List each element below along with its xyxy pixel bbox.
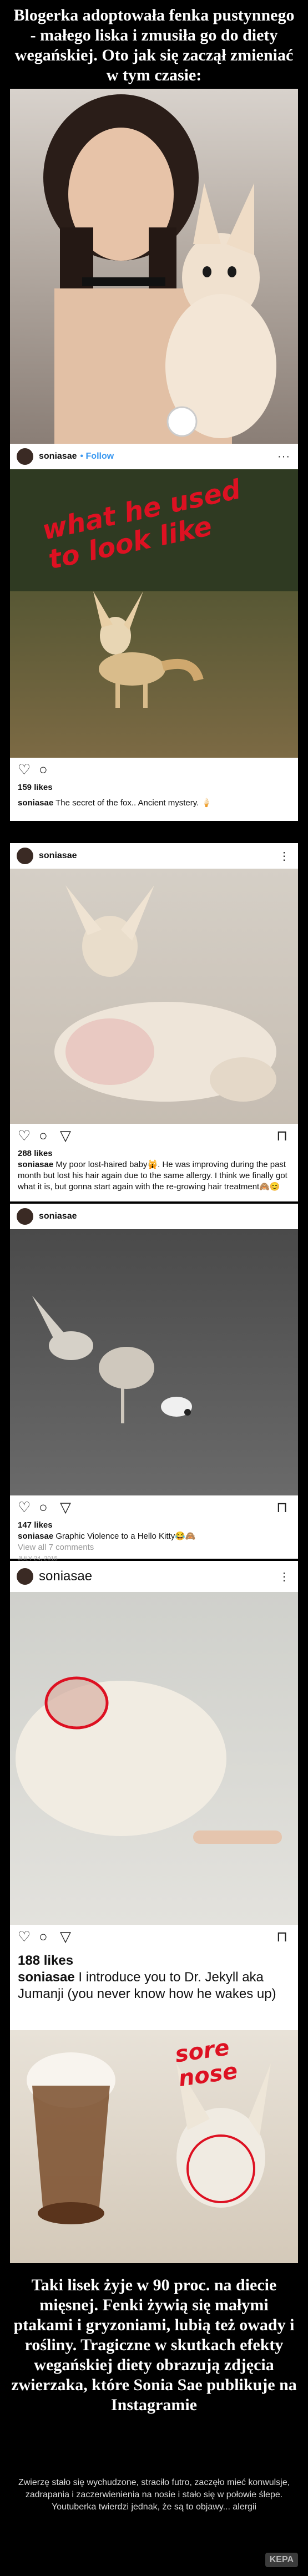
post4-meta: 188 likes soniasae I introduce you to Dr…	[10, 1953, 298, 2030]
post1-caption: soniasae The secret of the fox.. Ancient…	[18, 798, 290, 809]
cup-fox-photo: sore nose	[10, 2030, 298, 2263]
share-icon[interactable]: ▽	[60, 1500, 74, 1514]
post2-photo	[10, 869, 298, 1124]
follow-button[interactable]: • Follow	[80, 452, 114, 462]
avatar[interactable]	[17, 1208, 33, 1225]
post1-header: soniasae • Follow ···	[10, 444, 298, 470]
post3-caption: soniasae Graphic Violence to a Hello Kit…	[18, 1531, 290, 1542]
post1-likes[interactable]: 159 likes	[18, 782, 290, 793]
post1-photo: what he used to look like	[10, 469, 298, 758]
post3-caption-user[interactable]: soniasae	[18, 1532, 53, 1541]
post2-actions: ♡ ○ ▽ ⊓	[10, 1124, 298, 1148]
fox-toy-illustration	[32, 1296, 192, 1423]
heart-icon[interactable]: ♡	[18, 762, 32, 777]
post2-caption-user[interactable]: soniasae	[18, 1160, 53, 1169]
post2-caption: soniasae My poor lost-haired baby🙀. He w…	[18, 1159, 290, 1193]
post1-caption-text: The secret of the fox.. Ancient mystery.…	[53, 798, 212, 808]
post4-header: soniasae ⋮	[10, 1561, 298, 1593]
bookmark-icon[interactable]: ⊓	[276, 1929, 291, 1944]
post1-caption-user[interactable]: soniasae	[18, 798, 53, 808]
post3-comments-link[interactable]: View all 7 comments	[18, 1542, 290, 1553]
post1-username[interactable]: soniasae	[39, 452, 77, 462]
selfie-illustration	[43, 94, 276, 444]
comment-icon[interactable]: ○	[39, 1128, 53, 1143]
post3-photo	[10, 1229, 298, 1495]
post3-actions: ♡ ○ ▽ ⊓	[10, 1495, 298, 1520]
more-options-icon[interactable]: ⋮	[279, 849, 290, 863]
post3-caption-text: Graphic Violence to a Hello Kitty😂🙈	[53, 1532, 196, 1541]
post3-likes[interactable]: 147 likes	[18, 1520, 290, 1531]
post1-meta: 159 likes soniasae The secret of the fox…	[10, 782, 298, 821]
share-icon[interactable]: ▽	[60, 1128, 74, 1143]
site-logo[interactable]: KEPA	[265, 2553, 298, 2567]
meme-frame: Blogerka adoptowała fenka pustynnego - m…	[10, 0, 298, 2576]
fox-sleeping-illustration	[16, 1676, 282, 1844]
fox-plush-illustration	[54, 885, 276, 1102]
avatar[interactable]	[17, 448, 33, 465]
post1-actions: ♡ ○	[10, 758, 298, 782]
post4-username[interactable]: soniasae	[39, 1569, 92, 1584]
post4-actions: ♡ ○ ▽ ⊓	[10, 1925, 298, 1953]
heart-icon[interactable]: ♡	[18, 1128, 32, 1143]
post2-header: soniasae ⋮	[10, 843, 298, 869]
bookmark-icon[interactable]: ⊓	[276, 1500, 291, 1514]
post3-meta: 147 likes soniasae Graphic Violence to a…	[10, 1520, 298, 1562]
more-options-icon[interactable]: ⋮	[279, 1570, 290, 1584]
bookmark-icon[interactable]: ⊓	[276, 1128, 291, 1143]
post4-caption-user[interactable]: soniasae	[18, 1970, 75, 1985]
heart-icon[interactable]: ♡	[18, 1500, 32, 1514]
post4-caption: soniasae I introduce you to Dr. Jekyll a…	[18, 1969, 290, 2002]
heart-icon[interactable]: ♡	[18, 1929, 32, 1944]
post3-username[interactable]: soniasae	[39, 1211, 77, 1221]
comment-icon[interactable]: ○	[39, 1500, 53, 1514]
avatar[interactable]	[17, 1568, 33, 1585]
avatar[interactable]	[17, 848, 33, 864]
post4-likes[interactable]: 188 likes	[18, 1953, 290, 1969]
post4-photo	[10, 1592, 298, 1925]
comment-icon[interactable]: ○	[39, 1929, 53, 1944]
selfie-photo	[10, 89, 298, 444]
meme-title: Blogerka adoptowała fenka pustynnego - m…	[13, 6, 295, 84]
post3-header: soniasae	[10, 1204, 298, 1230]
more-options-icon[interactable]: ···	[277, 450, 290, 463]
bottom-text: Zwierzę stało się wychudzone, straciło f…	[18, 2478, 290, 2512]
post2-likes[interactable]: 288 likes	[18, 1148, 290, 1159]
post2-username[interactable]: soniasae	[39, 851, 77, 861]
comment-icon[interactable]: ○	[39, 762, 53, 777]
bottom-caption: Taki lisek żyje w 90 proc. na diecie mię…	[11, 2276, 297, 2414]
post2-caption-text: My poor lost-haired baby🙀. He was improv…	[18, 1160, 287, 1191]
share-icon[interactable]: ▽	[60, 1929, 74, 1944]
post2-meta: 288 likes soniasae My poor lost-haired b…	[10, 1148, 298, 1201]
